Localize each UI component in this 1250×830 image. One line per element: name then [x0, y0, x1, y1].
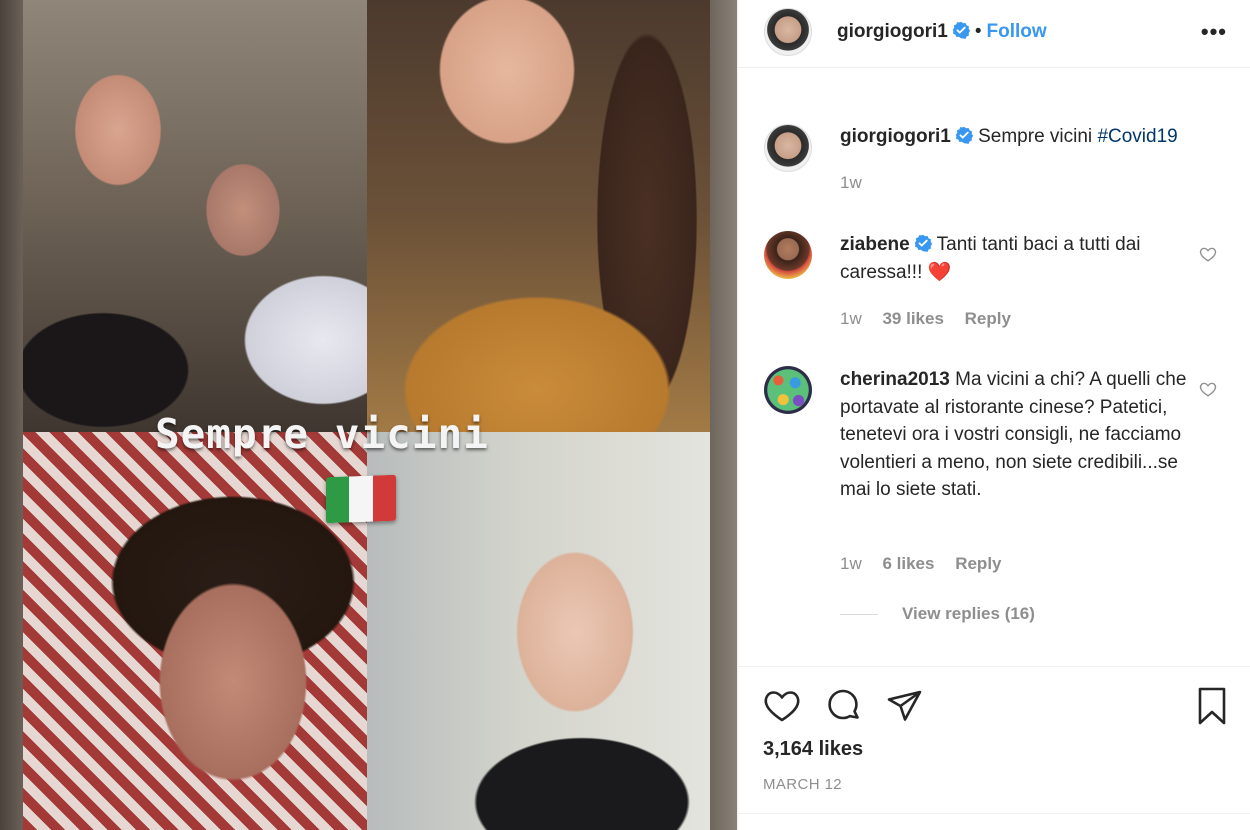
caption-meta: 1w — [840, 173, 878, 193]
comment-likes[interactable]: 6 likes — [882, 554, 934, 573]
verified-badge-icon — [955, 126, 973, 144]
bookmark-icon[interactable] — [1192, 686, 1232, 726]
view-replies-button[interactable]: View replies (16) — [840, 604, 1035, 624]
comment-avatar-cherina2013[interactable] — [764, 366, 812, 414]
video-call-tile-top-left — [23, 0, 367, 432]
comment-text-block: ziabene Tanti tanti baci a tutti dai car… — [840, 231, 1185, 286]
comment-reply-button[interactable]: Reply — [965, 309, 1011, 328]
verified-badge-icon — [914, 234, 932, 252]
comment-icon[interactable] — [823, 686, 863, 726]
comment-likes[interactable]: 39 likes — [882, 309, 943, 328]
caption-username[interactable]: giorgiogori1 — [840, 126, 951, 147]
caption-text: Sempre vicini — [978, 126, 1093, 147]
comment-username[interactable]: ziabene — [840, 234, 910, 255]
photo-border-left — [0, 0, 23, 830]
comments-section: giorgiogori1 Sempre vicini #Covid19 1w z… — [738, 69, 1250, 667]
comment-time[interactable]: 1w — [840, 554, 862, 573]
heart-icon[interactable] — [762, 686, 802, 726]
caption-author-avatar[interactable] — [764, 124, 812, 172]
post-header: giorgiogori1 • Follow ••• — [738, 0, 1250, 68]
comment-meta: 1w 6 likes Reply — [840, 554, 1018, 574]
flag-stripe-white — [349, 475, 373, 523]
comment-meta: 1w 39 likes Reply — [840, 309, 1027, 329]
replies-divider-line — [840, 613, 878, 615]
view-replies-label: View replies (16) — [902, 604, 1035, 623]
comment-avatar-ziabene[interactable] — [764, 231, 812, 279]
share-icon[interactable] — [885, 686, 925, 726]
caption-hashtag-link[interactable]: #Covid19 — [1097, 126, 1177, 147]
verified-badge-icon — [952, 21, 970, 39]
header-author-row: giorgiogori1 • Follow — [837, 21, 1047, 43]
video-call-tile-bottom-left — [23, 432, 367, 830]
like-comment-heart-icon[interactable] — [1199, 245, 1217, 263]
post-side-panel: giorgiogori1 • Follow ••• giorgiogori1 Sem… — [737, 0, 1250, 830]
likes-count[interactable]: 3,164 likes — [763, 738, 863, 761]
italian-flag-icon — [326, 474, 396, 524]
comment-reply-button[interactable]: Reply — [955, 554, 1001, 573]
post-date[interactable]: MARCH 12 — [763, 776, 842, 793]
photo-caption-text: Sempre vicini — [155, 410, 489, 458]
comment-text-block: cherina2013 Ma vicini a chi? A quelli ch… — [840, 366, 1190, 504]
video-call-tile-top-right — [367, 0, 710, 432]
post-photo[interactable]: Sempre vicini — [0, 0, 737, 830]
follow-button[interactable]: Follow — [986, 21, 1046, 42]
more-options-icon[interactable]: ••• — [1201, 21, 1227, 43]
comment-username[interactable]: cherina2013 — [840, 369, 950, 390]
comment-time[interactable]: 1w — [840, 309, 862, 328]
author-avatar[interactable] — [764, 8, 812, 56]
author-username[interactable]: giorgiogori1 — [837, 21, 948, 42]
caption-time[interactable]: 1w — [840, 173, 862, 192]
flag-stripe-red — [372, 474, 396, 522]
photo-border-right — [710, 0, 737, 830]
divider — [738, 813, 1250, 814]
header-separator: • — [974, 21, 982, 42]
flag-stripe-green — [326, 476, 350, 524]
video-call-tile-bottom-right — [367, 432, 710, 830]
post-actions: 3,164 likes MARCH 12 — [738, 668, 1250, 830]
like-comment-heart-icon[interactable] — [1199, 380, 1217, 398]
caption-text-block: giorgiogori1 Sempre vicini #Covid19 — [840, 123, 1230, 151]
